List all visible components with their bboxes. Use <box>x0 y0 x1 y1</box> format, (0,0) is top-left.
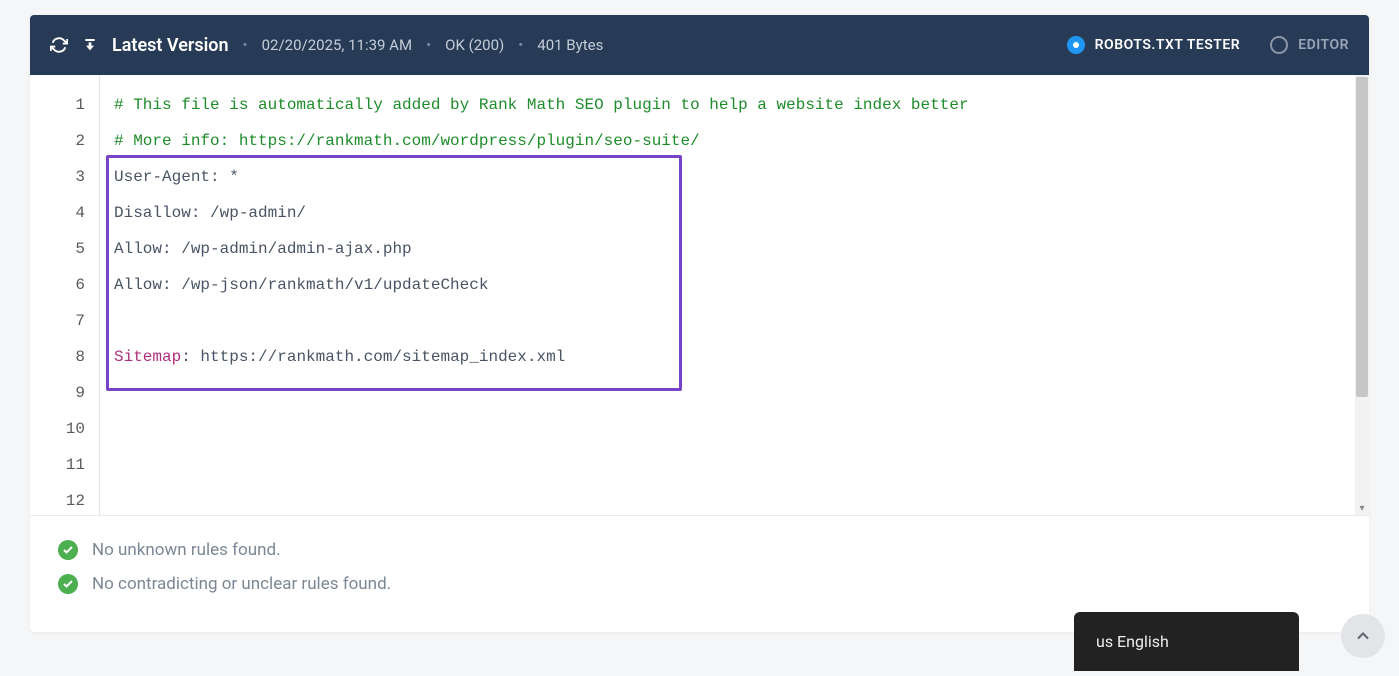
line-number: 6 <box>30 267 99 303</box>
mode-robots-tester[interactable]: ROBOTS.TXT TESTER <box>1067 36 1241 54</box>
code-editor[interactable]: 1 2 3 4 5 6 7 8 9 10 11 12 # This file i… <box>30 75 1369 515</box>
line-number: 7 <box>30 303 99 339</box>
separator-dot: • <box>243 36 248 54</box>
code-line-8: Sitemap: https://rankmath.com/sitemap_in… <box>100 339 1369 375</box>
line-number: 9 <box>30 375 99 411</box>
sitemap-keyword: Sitemap <box>114 348 181 366</box>
check-circle-icon <box>58 574 78 594</box>
http-status: OK (200) <box>445 36 504 54</box>
header-left: Latest Version • 02/20/2025, 11:39 AM • … <box>50 35 1067 56</box>
header-bar: Latest Version • 02/20/2025, 11:39 AM • … <box>30 15 1369 75</box>
language-label: us English <box>1096 632 1169 651</box>
code-line-5: Allow: /wp-admin/admin-ajax.php <box>100 231 1369 267</box>
line-number: 1 <box>30 87 99 123</box>
version-date: 02/20/2025, 11:39 AM <box>262 36 412 54</box>
header-right: ROBOTS.TXT TESTER EDITOR <box>1067 36 1349 54</box>
code-line-1: # This file is automatically added by Ra… <box>100 87 1369 123</box>
mode-editor-label: EDITOR <box>1298 37 1349 53</box>
line-number: 2 <box>30 123 99 159</box>
code-pane[interactable]: # This file is automatically added by Ra… <box>100 75 1369 515</box>
line-gutter: 1 2 3 4 5 6 7 8 9 10 11 12 <box>30 75 100 515</box>
language-selector[interactable]: us English <box>1074 612 1299 671</box>
code-line-6: Allow: /wp-json/rankmath/v1/updateCheck <box>100 267 1369 303</box>
mode-editor[interactable]: EDITOR <box>1270 36 1349 54</box>
line-number: 10 <box>30 411 99 447</box>
line-number: 5 <box>30 231 99 267</box>
radio-unselected-icon <box>1270 36 1288 54</box>
separator-dot: • <box>518 36 523 54</box>
line-number: 12 <box>30 483 99 519</box>
file-size: 401 Bytes <box>537 36 603 54</box>
code-line-4: Disallow: /wp-admin/ <box>100 195 1369 231</box>
line-number: 11 <box>30 447 99 483</box>
scroll-thumb[interactable] <box>1356 77 1368 397</box>
separator-dot: • <box>426 36 431 54</box>
code-line-3: User-Agent: * <box>100 159 1369 195</box>
vertical-scrollbar[interactable]: ▾ <box>1355 75 1369 515</box>
status-text: No unknown rules found. <box>92 540 281 560</box>
status-row-unknown-rules: No unknown rules found. <box>58 540 1341 560</box>
line-number: 4 <box>30 195 99 231</box>
status-text: No contradicting or unclear rules found. <box>92 574 391 594</box>
code-line-7 <box>100 303 1369 339</box>
radio-selected-icon <box>1067 36 1085 54</box>
sitemap-value: : https://rankmath.com/sitemap_index.xml <box>181 348 565 366</box>
version-title: Latest Version <box>112 35 229 56</box>
scroll-down-arrow-icon[interactable]: ▾ <box>1355 501 1369 515</box>
mode-tester-label: ROBOTS.TXT TESTER <box>1095 37 1241 53</box>
code-line-2: # More info: https://rankmath.com/wordpr… <box>100 123 1369 159</box>
line-number: 8 <box>30 339 99 375</box>
refresh-icon[interactable] <box>50 36 68 54</box>
code-line-9 <box>100 375 1369 411</box>
status-row-contradicting: No contradicting or unclear rules found. <box>58 574 1341 594</box>
download-icon[interactable] <box>82 37 98 53</box>
robots-tester-panel: Latest Version • 02/20/2025, 11:39 AM • … <box>30 15 1369 632</box>
check-circle-icon <box>58 540 78 560</box>
line-number: 3 <box>30 159 99 195</box>
scroll-to-top-button[interactable] <box>1341 614 1385 658</box>
